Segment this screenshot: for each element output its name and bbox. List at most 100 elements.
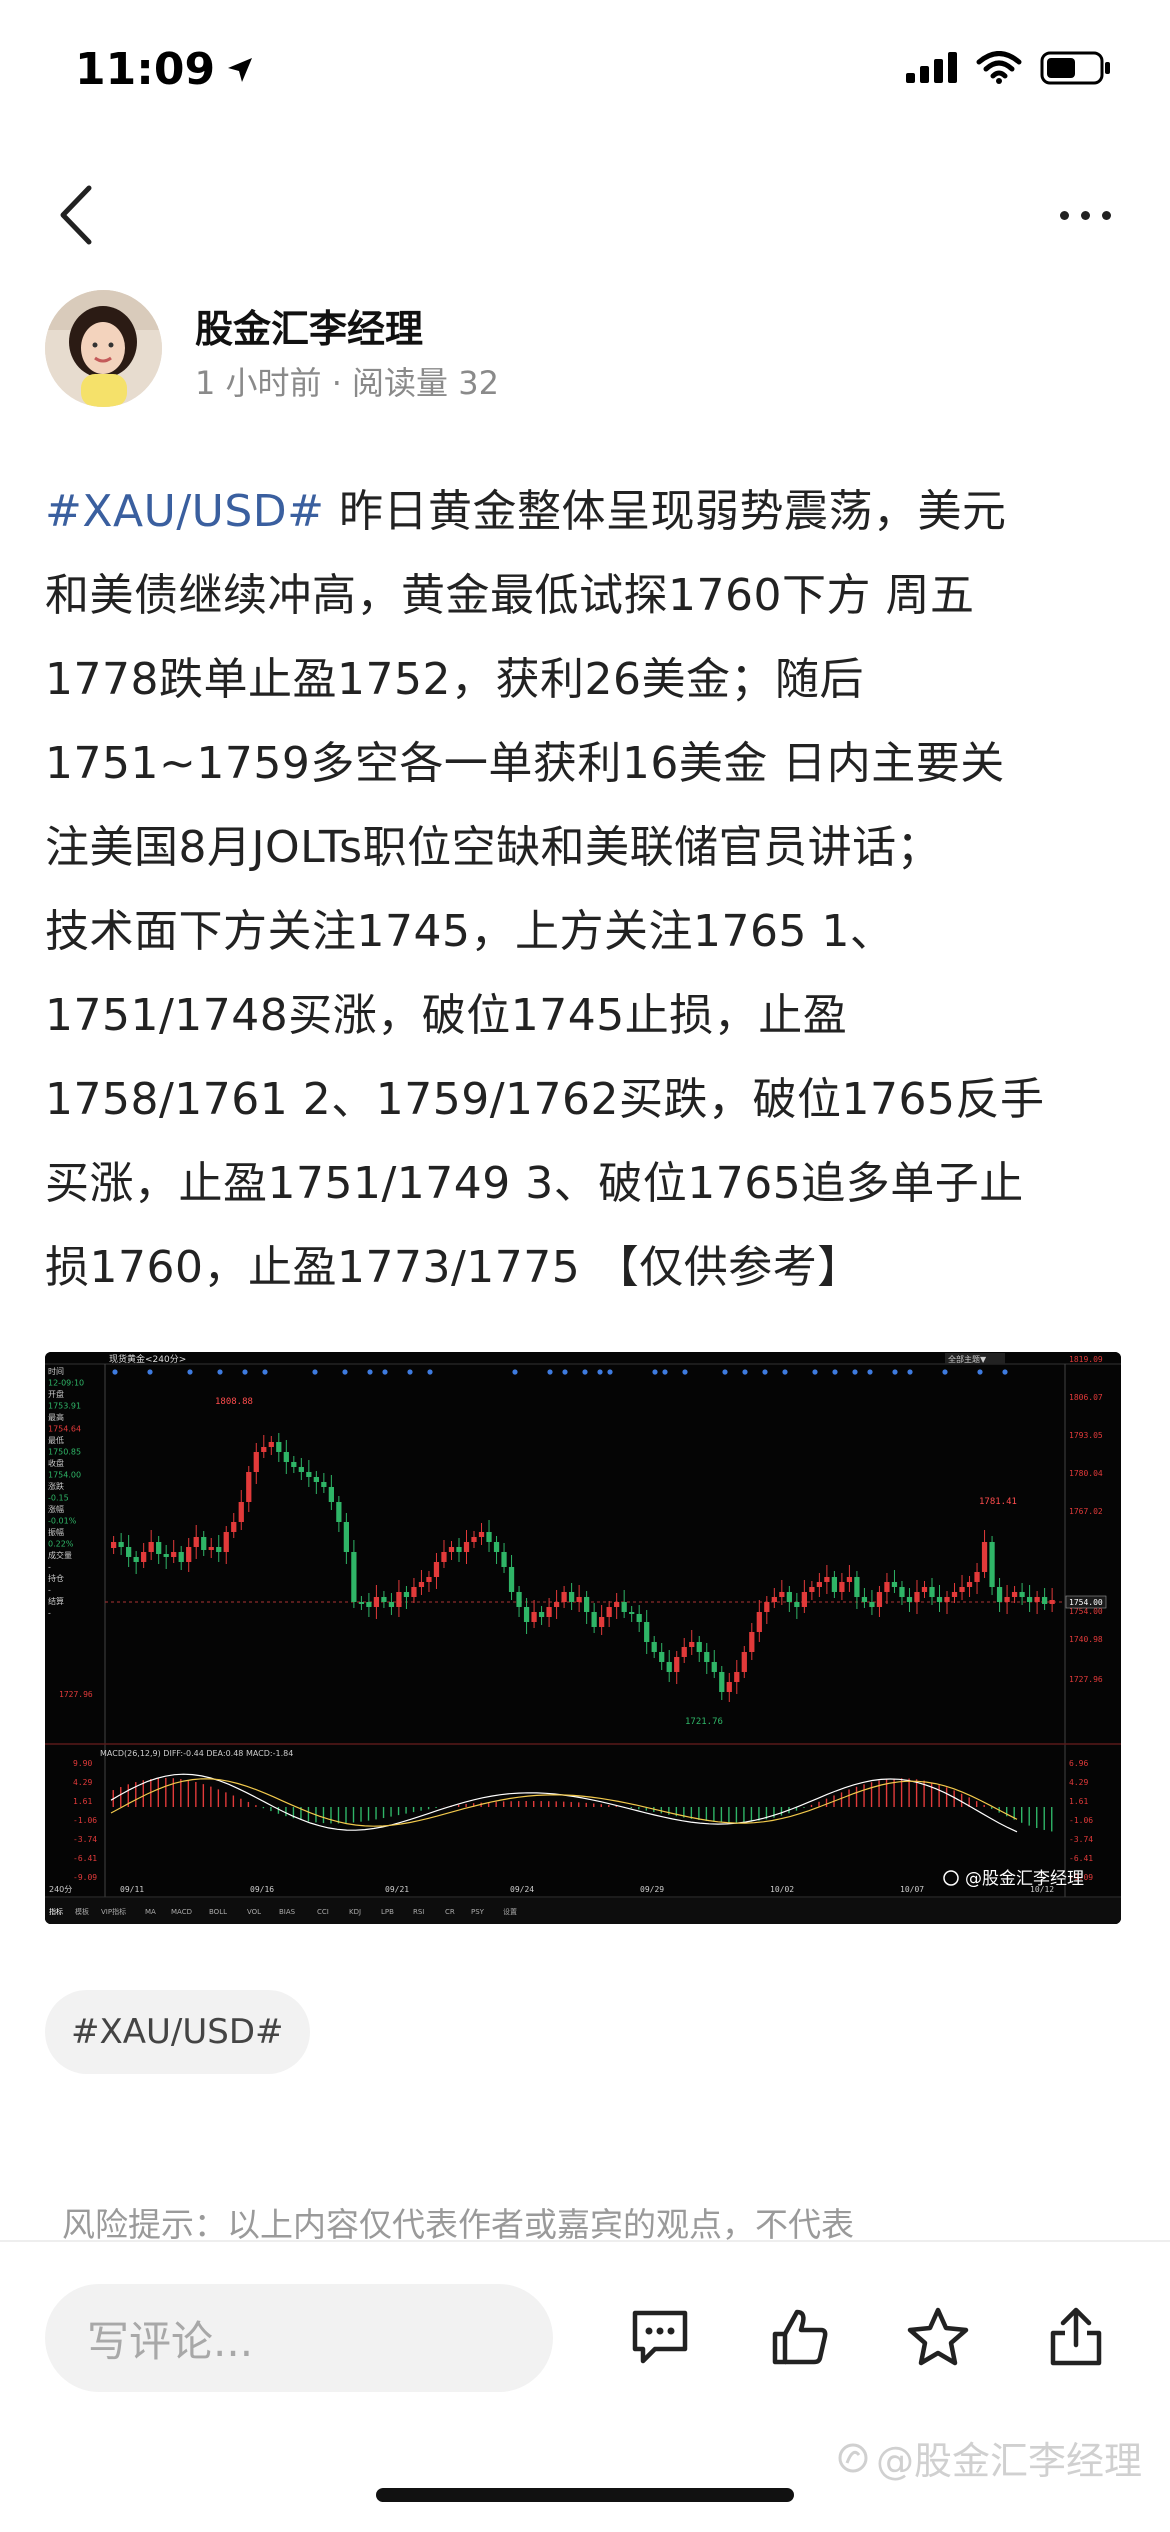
candle-body — [576, 1597, 582, 1602]
price-axis-label: 1780.04 — [1069, 1469, 1103, 1478]
candle-body — [749, 1632, 755, 1652]
post-line: 和美债继续冲高，黄金最低试探1760下方 周五 — [45, 570, 975, 621]
chart-toolbar-tab: MACD — [171, 1908, 192, 1916]
chart-title: 现货黄金<240分> — [109, 1353, 186, 1365]
candle-body — [734, 1672, 740, 1682]
battery-icon — [1040, 51, 1110, 85]
top-nav — [0, 170, 1170, 260]
candle-body — [944, 1597, 950, 1602]
signal-marker-dot — [892, 1369, 898, 1375]
post-line: 1751~1759多空各一单获利16美金 日内主要关 — [45, 738, 1005, 789]
candle-body — [186, 1547, 192, 1562]
candle-body — [1026, 1597, 1033, 1602]
chart-theme-selector: 全部主题▼ — [948, 1354, 987, 1364]
candle-body — [1034, 1597, 1040, 1602]
right-high-price-label: 1781.41 — [979, 1497, 1017, 1507]
back-button[interactable] — [40, 180, 110, 250]
clock-text: 11:09 — [75, 44, 216, 95]
candle-body — [276, 1442, 282, 1452]
bottom-action-bar: 写评论... @股金汇李经理 — [0, 2240, 1170, 2532]
more-dot-icon — [1101, 210, 1111, 220]
candle-body — [614, 1602, 620, 1607]
comment-button[interactable] — [620, 2292, 700, 2382]
candle-body — [711, 1662, 717, 1672]
signal-marker-dot — [607, 1369, 613, 1375]
post-line: 注美国8月JOLTs职位空缺和美联储官员讲话； — [45, 822, 942, 873]
chart-toolbar-tab: VIP指标 — [101, 1907, 126, 1916]
comment-input[interactable]: 写评论... — [45, 2284, 553, 2392]
info-panel-text: 1754.00 — [48, 1471, 81, 1480]
candle-body — [366, 1602, 372, 1607]
candle-body — [516, 1592, 522, 1607]
location-arrow-icon — [228, 57, 253, 82]
signal-marker-dot — [682, 1369, 688, 1375]
like-button[interactable] — [760, 2292, 840, 2382]
candle-body — [966, 1582, 973, 1587]
avatar-image — [45, 290, 162, 407]
chart-toolbar-tab: 模板 — [75, 1907, 89, 1916]
author-header: 股金汇李经理 1 小时前 · 阅读量 32 — [45, 290, 1125, 410]
candle-body — [899, 1587, 905, 1597]
candle-body — [1049, 1600, 1055, 1604]
candle-body — [358, 1602, 365, 1604]
candle-body — [148, 1542, 154, 1552]
candle-body — [629, 1612, 635, 1614]
chart-toolbar-tab: BIAS — [279, 1908, 296, 1916]
candle-body — [741, 1652, 747, 1672]
hashtag-chip[interactable]: #XAU/USD# — [45, 1990, 310, 2074]
candle-body — [208, 1547, 214, 1550]
signal-marker-dot — [722, 1369, 728, 1375]
candle-body — [599, 1617, 605, 1627]
candle-body — [291, 1462, 297, 1467]
candle-body — [921, 1587, 928, 1592]
more-dot-icon — [1059, 210, 1069, 220]
chart-toolbar-tab: 设置 — [503, 1907, 517, 1916]
candle-body — [644, 1622, 650, 1642]
avatar[interactable] — [45, 290, 162, 407]
post-chart-image[interactable]: 现货黄金<240分> 全部主题▼ 时间 12-09:10 开盘 1753.91 最高 17… — [45, 1352, 1121, 1924]
share-button[interactable] — [1036, 2292, 1116, 2382]
candle-body — [133, 1557, 139, 1562]
candle-body — [223, 1532, 229, 1552]
candle-body — [1019, 1592, 1025, 1597]
candle-body — [313, 1477, 319, 1482]
candle-body — [854, 1577, 860, 1597]
post-line: 1778跌单止盈1752，获利26美金；随后 — [45, 654, 864, 705]
more-options-button[interactable] — [1040, 180, 1130, 250]
candle-body — [456, 1547, 462, 1552]
author-name[interactable]: 股金汇李经理 — [195, 298, 423, 353]
price-axis-label: 1793.05 — [1069, 1431, 1103, 1440]
candle-body — [651, 1642, 657, 1652]
candle-body — [486, 1532, 492, 1542]
price-axis-label: 1806.07 — [1069, 1393, 1103, 1402]
candle-body — [411, 1587, 417, 1597]
info-panel-text: 振幅 — [48, 1527, 64, 1537]
macd-axis-label: 1.61 — [73, 1797, 92, 1806]
chart-toolbar: 指标 模板 VIP指标 MA MACD BOLL VOL BIAS CCI KDJ LPB RSI CR… — [49, 1907, 517, 1916]
candle-body — [418, 1582, 425, 1587]
signal-marker-dot — [367, 1369, 373, 1375]
candle-body — [591, 1612, 597, 1627]
post-hashtag-link[interactable]: #XAU/USD# — [45, 486, 325, 537]
candle-body — [794, 1602, 800, 1607]
candle-body — [846, 1577, 853, 1582]
signal-marker-dot — [217, 1369, 223, 1375]
macd-axis-label: -6.41 — [73, 1854, 97, 1863]
macd-right-axis-label: 6.96 — [1069, 1759, 1088, 1768]
candle-body — [238, 1502, 244, 1522]
comment-icon — [632, 2310, 688, 2364]
signal-marker-dot — [942, 1369, 948, 1375]
candle-body — [764, 1602, 770, 1612]
favorite-button[interactable] — [898, 2292, 978, 2382]
post-line: 1751/1748买涨，破位1745止损，止盈 — [45, 990, 848, 1041]
share-icon — [1050, 2307, 1102, 2366]
candle-body — [719, 1672, 725, 1692]
signal-marker-dot — [832, 1369, 838, 1375]
candle-body — [606, 1607, 612, 1617]
info-panel-text: 收盘 — [48, 1458, 64, 1468]
signal-marker-dot — [782, 1369, 788, 1375]
candle-body — [906, 1597, 913, 1602]
candle-body — [546, 1607, 552, 1617]
info-panel-text: 开盘 — [48, 1389, 64, 1399]
post-content: #XAU/USD# 昨日黄金整体呈现弱势震荡，美元 和美债继续冲高，黄金最低试探… — [45, 470, 1125, 1310]
